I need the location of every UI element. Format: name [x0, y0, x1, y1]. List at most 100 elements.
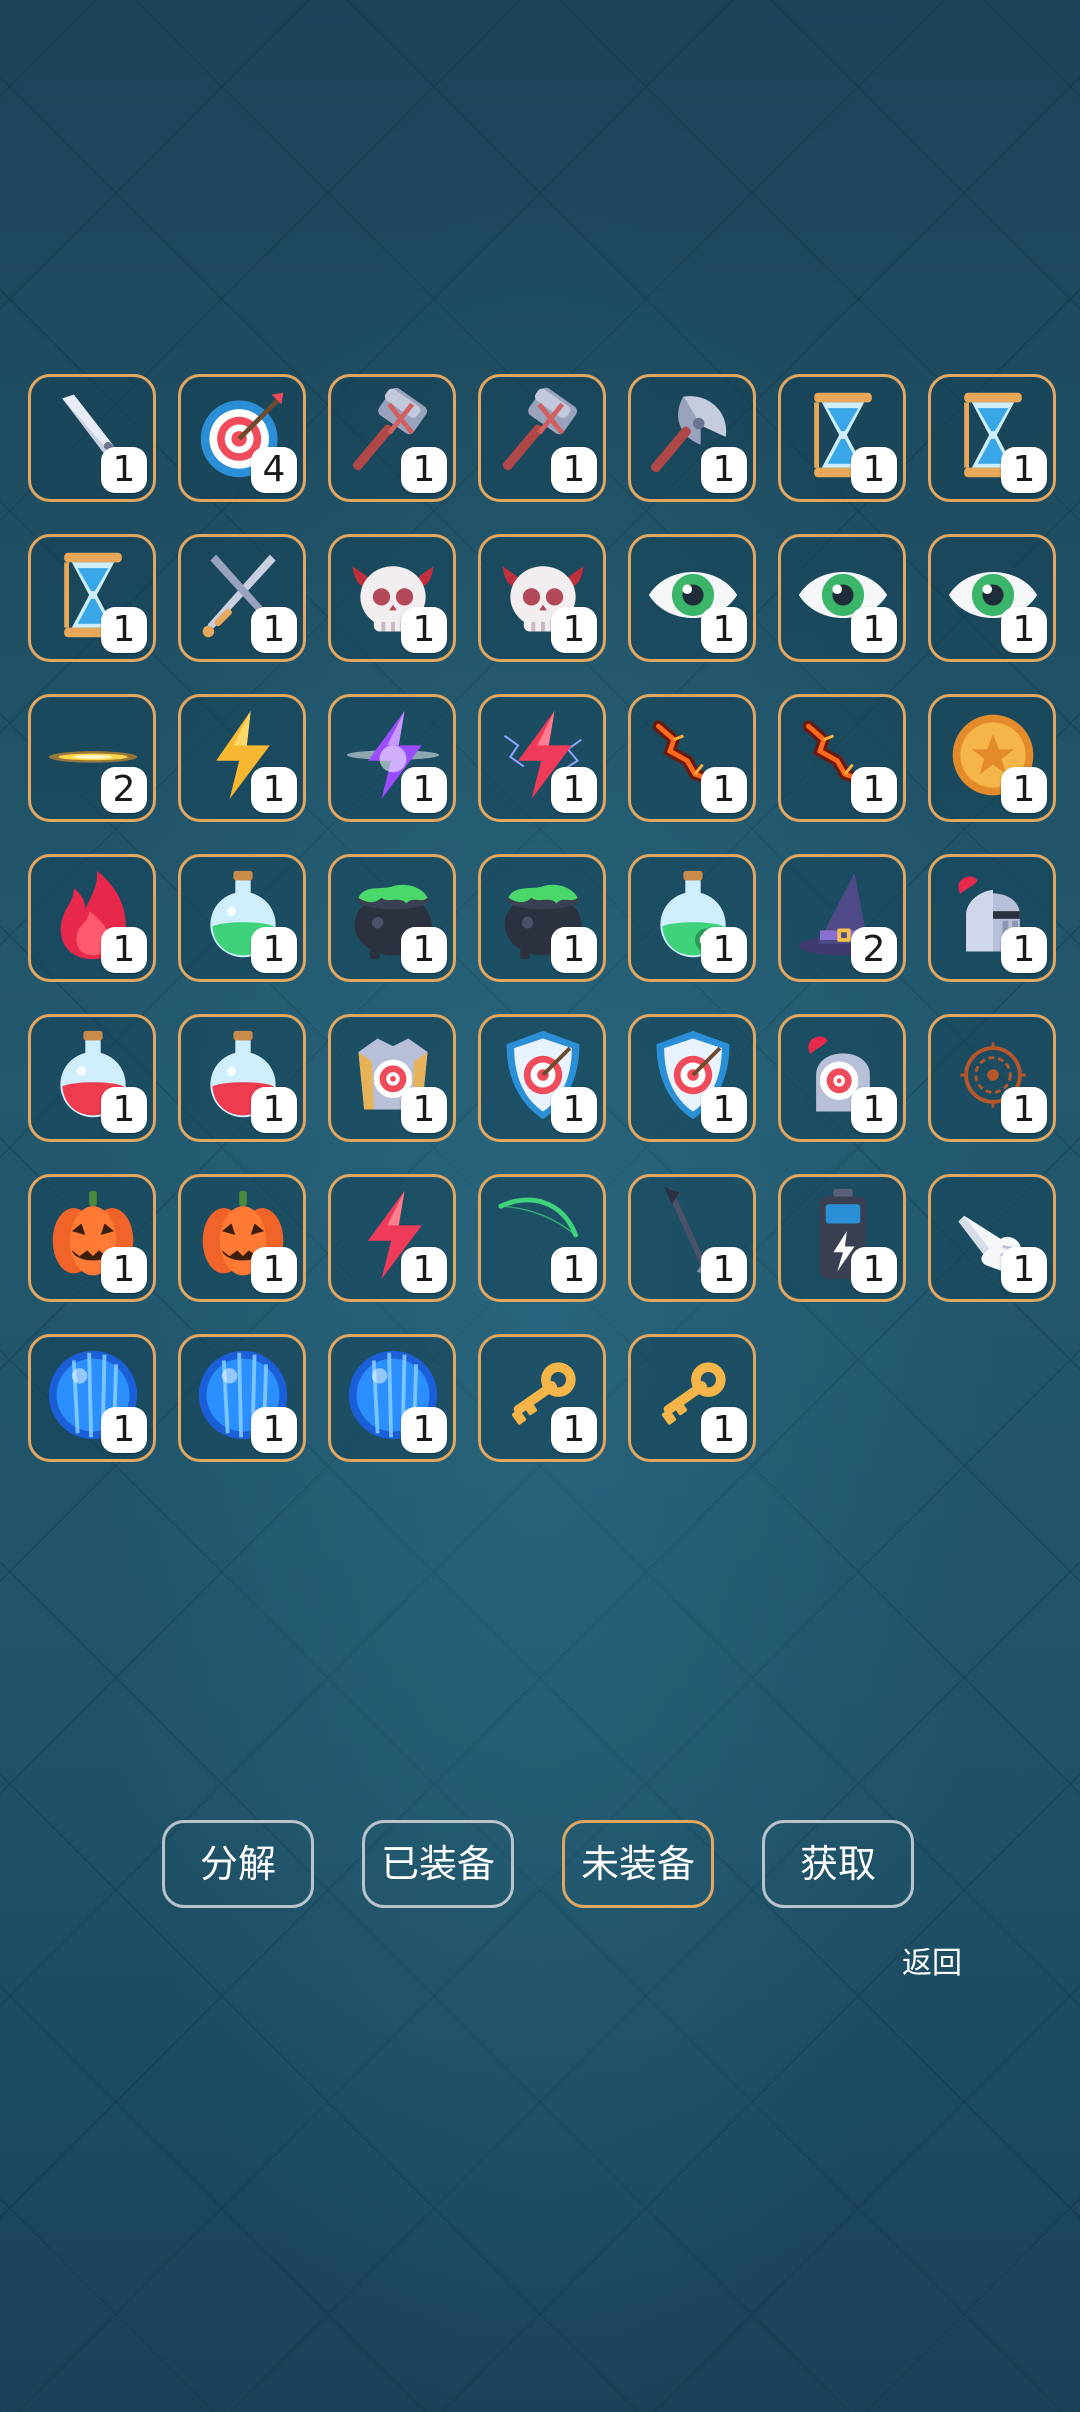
inventory-slot[interactable]: 1	[178, 1014, 306, 1142]
inventory-slot[interactable]: 1	[178, 1174, 306, 1302]
item-count-badge: 1	[851, 607, 897, 653]
item-count-badge: 1	[551, 1087, 597, 1133]
item-count-badge: 1	[1001, 607, 1047, 653]
inventory-slot[interactable]: 1	[178, 854, 306, 982]
item-count-badge: 1	[851, 1087, 897, 1133]
inventory-slot[interactable]: 1	[778, 694, 906, 822]
item-count-badge: 1	[251, 1247, 297, 1293]
inventory-slot[interactable]: 1	[328, 1014, 456, 1142]
item-count-badge: 1	[101, 1407, 147, 1453]
item-count-badge: 4	[251, 447, 297, 493]
item-count-badge: 1	[401, 767, 447, 813]
item-count-badge: 1	[401, 607, 447, 653]
inventory-slot[interactable]: 1	[628, 694, 756, 822]
inventory-slot[interactable]: 1	[478, 854, 606, 982]
item-count-badge: 1	[251, 1087, 297, 1133]
item-count-badge: 1	[701, 1407, 747, 1453]
item-count-badge: 1	[1001, 927, 1047, 973]
item-count-badge: 1	[1001, 1087, 1047, 1133]
item-count-badge: 1	[551, 767, 597, 813]
item-count-badge: 1	[251, 767, 297, 813]
inventory-slot[interactable]: 1	[28, 1174, 156, 1302]
inventory-slot[interactable]: 1	[928, 1174, 1056, 1302]
item-count-badge: 1	[701, 767, 747, 813]
item-count-badge: 2	[851, 927, 897, 973]
item-count-badge: 1	[251, 1407, 297, 1453]
inventory-slot[interactable]: 1	[478, 694, 606, 822]
item-count-badge: 1	[251, 607, 297, 653]
item-count-badge: 1	[101, 1087, 147, 1133]
inventory-slot[interactable]: 1	[478, 374, 606, 502]
item-count-badge: 2	[101, 767, 147, 813]
item-count-badge: 1	[701, 1247, 747, 1293]
inventory-slot[interactable]: 1	[328, 694, 456, 822]
inventory-slot[interactable]: 1	[928, 854, 1056, 982]
item-count-badge: 1	[401, 1407, 447, 1453]
inventory-slot[interactable]: 1	[328, 854, 456, 982]
equipped-button[interactable]: 已装备	[362, 1820, 514, 1908]
item-count-badge: 1	[551, 1247, 597, 1293]
item-count-badge: 1	[851, 767, 897, 813]
inventory-slot[interactable]: 1	[28, 374, 156, 502]
inventory-slot[interactable]: 1	[628, 1174, 756, 1302]
inventory-slot[interactable]: 1	[328, 1334, 456, 1462]
inventory-slot[interactable]: 1	[628, 854, 756, 982]
inventory-slot[interactable]: 1	[628, 1334, 756, 1462]
item-count-badge: 1	[1001, 767, 1047, 813]
inventory-slot[interactable]: 1	[778, 534, 906, 662]
inventory-slot[interactable]: 1	[328, 374, 456, 502]
item-count-badge: 1	[701, 607, 747, 653]
inventory-slot[interactable]: 2	[778, 854, 906, 982]
back-link[interactable]: 返回	[902, 1944, 962, 1984]
inventory-slot[interactable]: 1	[928, 1014, 1056, 1142]
inventory-slot[interactable]: 1	[928, 534, 1056, 662]
item-count-badge: 1	[101, 607, 147, 653]
item-count-badge: 1	[851, 1247, 897, 1293]
item-count-badge: 1	[551, 1407, 597, 1453]
inventory-slot[interactable]: 1	[178, 694, 306, 822]
inventory-grid: 1 4 1 1 1 1 1 1 1 1 1 1 1 1 2 1 1 1 1 1 1 1 1 1 1 1 2 1 1 1 1 1 1 1 1 1 1 1 1 1…	[28, 374, 1058, 1462]
inventory-slot[interactable]: 1	[628, 1014, 756, 1142]
inventory-slot[interactable]: 1	[928, 374, 1056, 502]
inventory-slot[interactable]: 1	[28, 1334, 156, 1462]
inventory-slot[interactable]: 1	[778, 1014, 906, 1142]
inventory-slot[interactable]: 1	[178, 1334, 306, 1462]
item-count-badge: 1	[551, 447, 597, 493]
obtain-button[interactable]: 获取	[762, 1820, 914, 1908]
item-count-badge: 1	[701, 447, 747, 493]
inventory-slot[interactable]: 1	[478, 1334, 606, 1462]
item-count-badge: 1	[401, 1087, 447, 1133]
inventory-slot[interactable]: 1	[778, 1174, 906, 1302]
inventory-slot[interactable]: 1	[178, 534, 306, 662]
item-count-badge: 1	[101, 447, 147, 493]
inventory-slot[interactable]: 1	[478, 1174, 606, 1302]
inventory-slot[interactable]: 1	[928, 694, 1056, 822]
item-count-badge: 1	[701, 1087, 747, 1133]
item-count-badge: 1	[401, 927, 447, 973]
inventory-slot[interactable]: 1	[778, 374, 906, 502]
inventory-slot[interactable]: 1	[28, 854, 156, 982]
inventory-slot[interactable]: 1	[478, 534, 606, 662]
unequipped-button[interactable]: 未装备	[562, 1820, 714, 1908]
inventory-slot[interactable]: 1	[328, 534, 456, 662]
item-count-badge: 1	[251, 927, 297, 973]
inventory-slot[interactable]: 4	[178, 374, 306, 502]
action-bar: 分解 已装备 未装备 获取	[0, 1820, 1080, 1912]
item-count-badge: 1	[101, 1247, 147, 1293]
item-count-badge: 1	[551, 927, 597, 973]
inventory-slot[interactable]: 1	[628, 374, 756, 502]
item-count-badge: 1	[851, 447, 897, 493]
inventory-slot[interactable]: 1	[28, 1014, 156, 1142]
item-count-badge: 1	[551, 607, 597, 653]
item-count-badge: 1	[701, 927, 747, 973]
inventory-slot[interactable]: 1	[28, 534, 156, 662]
inventory-slot[interactable]: 2	[28, 694, 156, 822]
inventory-slot[interactable]: 1	[628, 534, 756, 662]
inventory-slot[interactable]: 1	[328, 1174, 456, 1302]
item-count-badge: 1	[1001, 447, 1047, 493]
inventory-slot[interactable]: 1	[478, 1014, 606, 1142]
item-count-badge: 1	[1001, 1247, 1047, 1293]
decompose-button[interactable]: 分解	[162, 1820, 314, 1908]
item-count-badge: 1	[101, 927, 147, 973]
item-count-badge: 1	[401, 447, 447, 493]
